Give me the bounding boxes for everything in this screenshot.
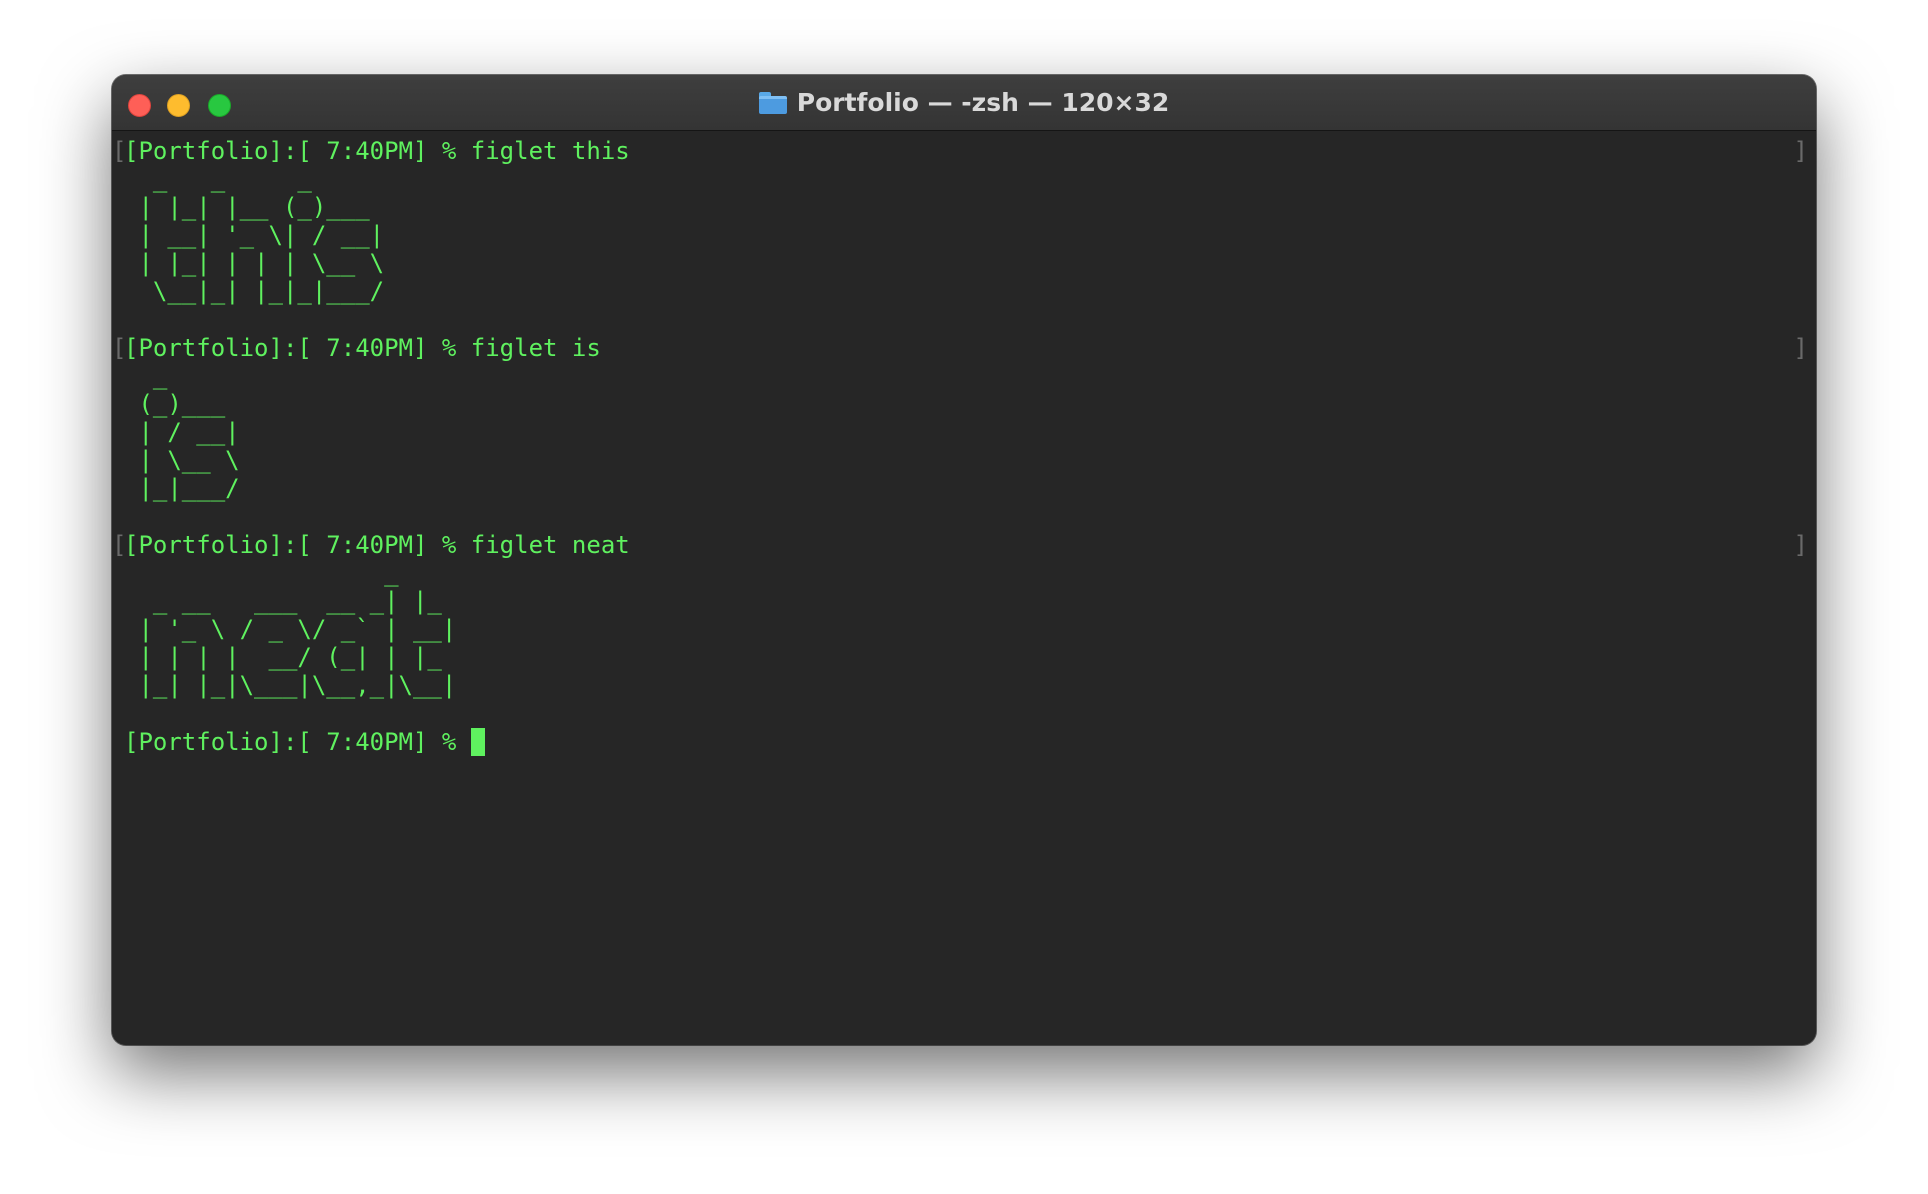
- terminal-content[interactable]: [ [Portfolio]:[ 7:40PM] % figlet this ] …: [112, 131, 1816, 1045]
- command-prompt-line: [Portfolio]:[ 7:40PM] % figlet is: [124, 334, 601, 362]
- command-prompt-line: [Portfolio]:[ 7:40PM] % figlet this: [124, 137, 630, 165]
- figlet-output: _ _ __ ___ __ _| |_ | '_ \ / _ \/ _` | _…: [138, 559, 457, 699]
- command-prompt-line: [Portfolio]:[ 7:40PM] % figlet neat: [124, 531, 630, 559]
- terminal-window: Portfolio — -zsh — 120×32 [ [Portfolio]:…: [112, 75, 1816, 1045]
- window-title-area: Portfolio — -zsh — 120×32: [112, 75, 1816, 130]
- figlet-output: _ (_)___ | / __| | \__ \ |_|___/: [138, 362, 240, 502]
- window-title: Portfolio — -zsh — 120×32: [796, 88, 1170, 117]
- mark-right: ]: [1793, 334, 1808, 362]
- mark-right: ]: [1793, 531, 1808, 559]
- figlet-output: _ _ _ | |_| |__ (_)___ | __| '_ \| / __|…: [138, 165, 385, 305]
- mark-right: ]: [1793, 137, 1808, 165]
- folder-icon: [758, 91, 787, 114]
- text-cursor: [470, 728, 485, 756]
- title-bar[interactable]: Portfolio — -zsh — 120×32: [112, 75, 1816, 131]
- current-prompt: [Portfolio]:[ 7:40PM] %: [124, 728, 471, 756]
